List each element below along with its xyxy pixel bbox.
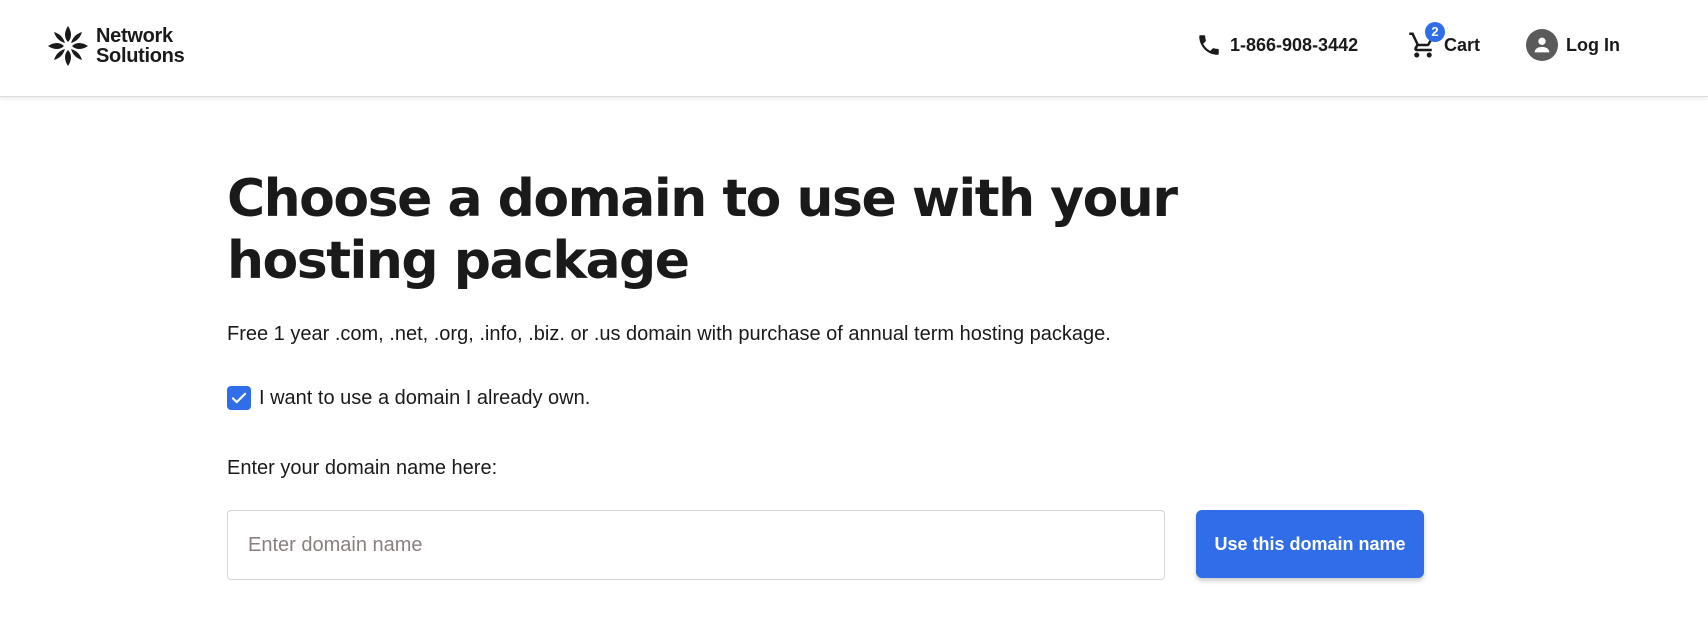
avatar [1526,29,1558,61]
cart-icon-wrap: 2 [1408,22,1445,60]
login-link[interactable]: Log In [1526,28,1620,62]
logo-line-1: Network [96,25,173,47]
logo-line-2: Solutions [96,45,185,67]
own-domain-label: I want to use a domain I already own. [259,386,591,409]
cart-link[interactable]: 2 Cart [1408,22,1481,62]
domain-input[interactable] [227,510,1165,580]
login-label: Log In [1566,34,1620,55]
own-domain-option[interactable]: I want to use a domain I already own. [227,386,590,410]
page-title: Choose a domain to use with your hosting… [227,169,1178,291]
cart-label: Cart [1444,34,1481,55]
cart-count-badge: 2 [1425,22,1445,42]
logo-text: Network Solutions [96,25,185,67]
own-domain-checkbox[interactable] [227,386,251,410]
promo-text: Free 1 year .com, .net, .org, .info, .bi… [227,323,1111,345]
checkmark-icon [231,392,247,404]
domain-field-label: Enter your domain name here: [227,457,498,479]
logo[interactable]: Network Solutions [44,22,185,70]
phone-number: 1-866-908-3442 [1230,34,1359,55]
main-content: Choose a domain to use with your hosting… [227,168,1427,580]
phone-icon [1199,35,1219,55]
site-header: Network Solutions 1-866-908-3442 2 Cart … [0,0,1708,97]
user-icon [1534,37,1550,53]
logo-icon [48,26,88,66]
use-domain-button[interactable]: Use this domain name [1196,510,1424,578]
phone-link[interactable]: 1-866-908-3442 [1196,28,1358,62]
